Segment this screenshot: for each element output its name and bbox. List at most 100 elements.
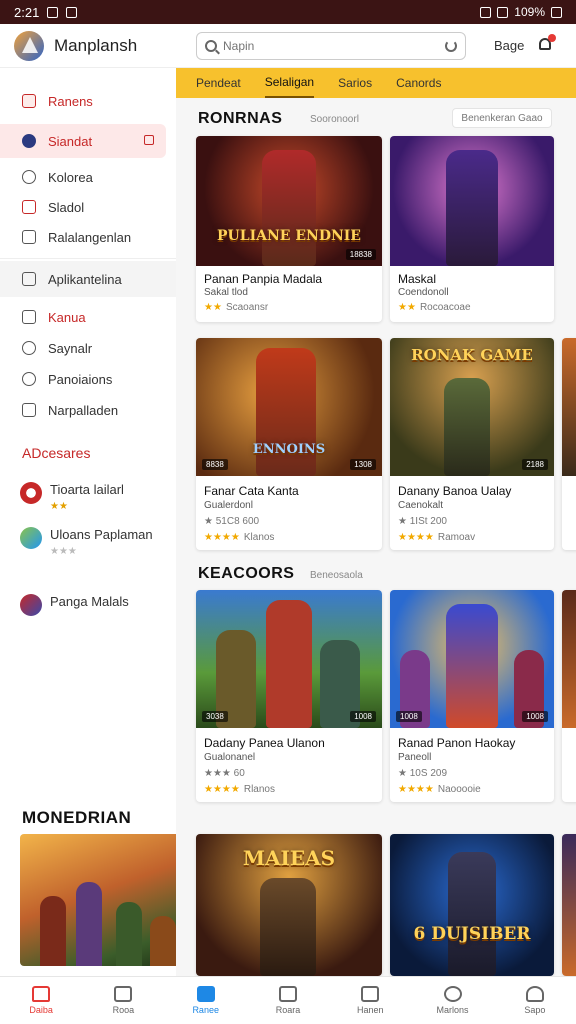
game-rating: ★★ Scaoansr [204, 302, 268, 313]
sidebar-item-label: Sladol [48, 199, 85, 215]
game-title: Danany Banoa Ualay [398, 484, 512, 498]
rating-stars: ★★★★ [204, 532, 240, 543]
friend-item[interactable]: Uloans Paplaman ★★★ [20, 527, 153, 557]
main-content: Pendeat Selaligan Sarios Canords RONRNAS… [176, 68, 576, 976]
game-thumbnail [562, 590, 576, 728]
game-card-partial[interactable] [562, 590, 576, 802]
rating-text: Klanos [243, 532, 275, 543]
game-thumbnail [562, 338, 576, 476]
sidebar-item-siandat[interactable]: Siandat [0, 124, 166, 158]
game-card[interactable]: 1008 1008 Ranad Panon Haokay Paneoll ★ 1… [390, 590, 554, 802]
sidebar-item-aplikantelina[interactable]: Aplikantelina [0, 261, 176, 297]
character-figure [40, 896, 66, 966]
header-link[interactable]: Bage [494, 38, 524, 53]
friend-name: Tioarta lailarl [50, 482, 124, 497]
search-icon [205, 40, 217, 52]
tab-pendeat[interactable]: Pendeat [196, 68, 241, 98]
sidebar-item-panoiaions[interactable]: Panoiaions [0, 364, 176, 394]
character-figure [446, 604, 498, 728]
game-subtitle: Sakal tlod [204, 287, 248, 298]
game-thumbnail [562, 834, 576, 976]
nav-ranee[interactable]: Ranee [165, 977, 247, 1024]
game-meta: ★ 51C8 600 [204, 516, 260, 527]
game-subtitle: Gualerdonl [204, 500, 253, 511]
game-card-thumbnail[interactable] [20, 834, 186, 966]
game-card[interactable]: 6 DUJSIBER [390, 834, 554, 976]
tab-canords[interactable]: Canords [396, 68, 441, 98]
friend-item[interactable]: Tioarta lailarl ★★ [20, 482, 124, 512]
avatar [20, 594, 42, 616]
game-card[interactable]: ENNOINS 8838 1308 Fanar Cata Kanta Guale… [196, 338, 382, 550]
nav-rooa[interactable]: Rooa [82, 977, 164, 1024]
rating-text: Naooooie [437, 784, 481, 795]
notification-bell-icon[interactable] [536, 34, 556, 54]
nav-hanen[interactable]: Hanen [329, 977, 411, 1024]
sidebar-item-label: Kolorea [48, 169, 93, 185]
game-logo-art: 6 DUJSIBER [413, 924, 531, 944]
sidebar-item-sladol[interactable]: Sladol [0, 192, 176, 222]
calendar-icon [22, 200, 36, 214]
refresh-icon[interactable] [445, 40, 457, 52]
sidebar-item-label: Aplikantelina [48, 271, 122, 287]
game-title: Fanar Cata Kanta [204, 484, 299, 498]
badge: 3038 [202, 711, 228, 722]
document-icon [22, 230, 36, 244]
friends-heading: ADcesares [22, 445, 91, 461]
game-thumbnail: RONAK GAME 2188 [390, 338, 554, 476]
battery-icon [551, 6, 562, 18]
rating-stars: ★★★★ [398, 532, 434, 543]
nav-roara[interactable]: Roara [247, 977, 329, 1024]
tab-sarios[interactable]: Sarios [338, 68, 372, 98]
apps-icon [22, 272, 36, 286]
game-card-partial[interactable] [562, 834, 576, 976]
nav-home[interactable]: Daiba [0, 977, 82, 1024]
badge: 8838 [202, 459, 228, 470]
tab-selaligan[interactable]: Selaligan [264, 68, 315, 98]
status-bar: 2:21 109% [0, 0, 576, 24]
sidebar-item-ranens[interactable]: Ranens [0, 86, 176, 116]
app-logo[interactable] [14, 30, 44, 61]
game-card-partial[interactable] [562, 338, 576, 550]
nav-marlons[interactable]: Marlons [411, 977, 493, 1024]
friend-item[interactable]: Panga Malals [20, 594, 129, 616]
game-card[interactable]: PULIANE ENDNIE 18838 Panan Panpia Madala… [196, 136, 382, 322]
game-rating: ★★ Rocoacoae [398, 302, 471, 313]
see-all-button[interactable]: Benenkeran Gaao [452, 108, 552, 128]
sidebar-item-kolorea[interactable]: Kolorea [0, 162, 176, 192]
search-box[interactable] [196, 32, 466, 60]
game-title: Panan Panpia Madala [204, 272, 323, 286]
friend-rating: ★★★ [50, 546, 77, 557]
game-card[interactable]: MAIEAS [196, 834, 382, 976]
badge: 2188 [522, 459, 548, 470]
sidebar-item-saynalr[interactable]: Saynalr [0, 333, 176, 363]
game-subtitle: Caenokalt [398, 500, 444, 511]
nav-label: Ranee [192, 1005, 219, 1015]
game-rating: ★★★★ Klanos [204, 532, 274, 543]
section-subtitle: Sooronoorl [310, 114, 359, 125]
notification-dot [548, 34, 556, 42]
sidebar-item-kanua[interactable]: Kanua [0, 302, 176, 332]
rating-text: Rocoacoae [419, 302, 471, 313]
search-input[interactable] [223, 39, 445, 53]
home-icon [22, 94, 36, 108]
friend-name: Panga Malals [50, 594, 129, 609]
flag-icon[interactable] [144, 135, 154, 145]
game-card[interactable]: RONAK GAME 2188 Danany Banoa Ualay Caeno… [390, 338, 554, 550]
sidebar-item-narpalladen[interactable]: Narpalladen [0, 395, 176, 425]
section-heading: MONEDRIAN [22, 808, 132, 827]
sidebar-item-ralalangenlan[interactable]: Ralalangenlan [0, 222, 176, 252]
badge: 18838 [345, 249, 376, 260]
nav-label: Daiba [29, 1005, 53, 1015]
rating-text: Ramoav [437, 532, 476, 543]
game-card[interactable]: Maskal Coendonoll ★★ Rocoacoae [390, 136, 554, 322]
nav-sapo[interactable]: Sapo [494, 977, 576, 1024]
nav-label: Marlons [436, 1005, 469, 1015]
notification-icon [47, 6, 59, 18]
game-card[interactable]: 3038 1008 Dadany Panea Ulanon Gualonanel… [196, 590, 382, 802]
status-time: 2:21 [14, 4, 40, 20]
character-figure [266, 600, 312, 728]
rating-stars: ★★ [204, 302, 222, 313]
sidebar-item-label: Saynalr [48, 340, 93, 356]
sidebar-divider [0, 258, 176, 259]
profile-icon [525, 986, 544, 1002]
